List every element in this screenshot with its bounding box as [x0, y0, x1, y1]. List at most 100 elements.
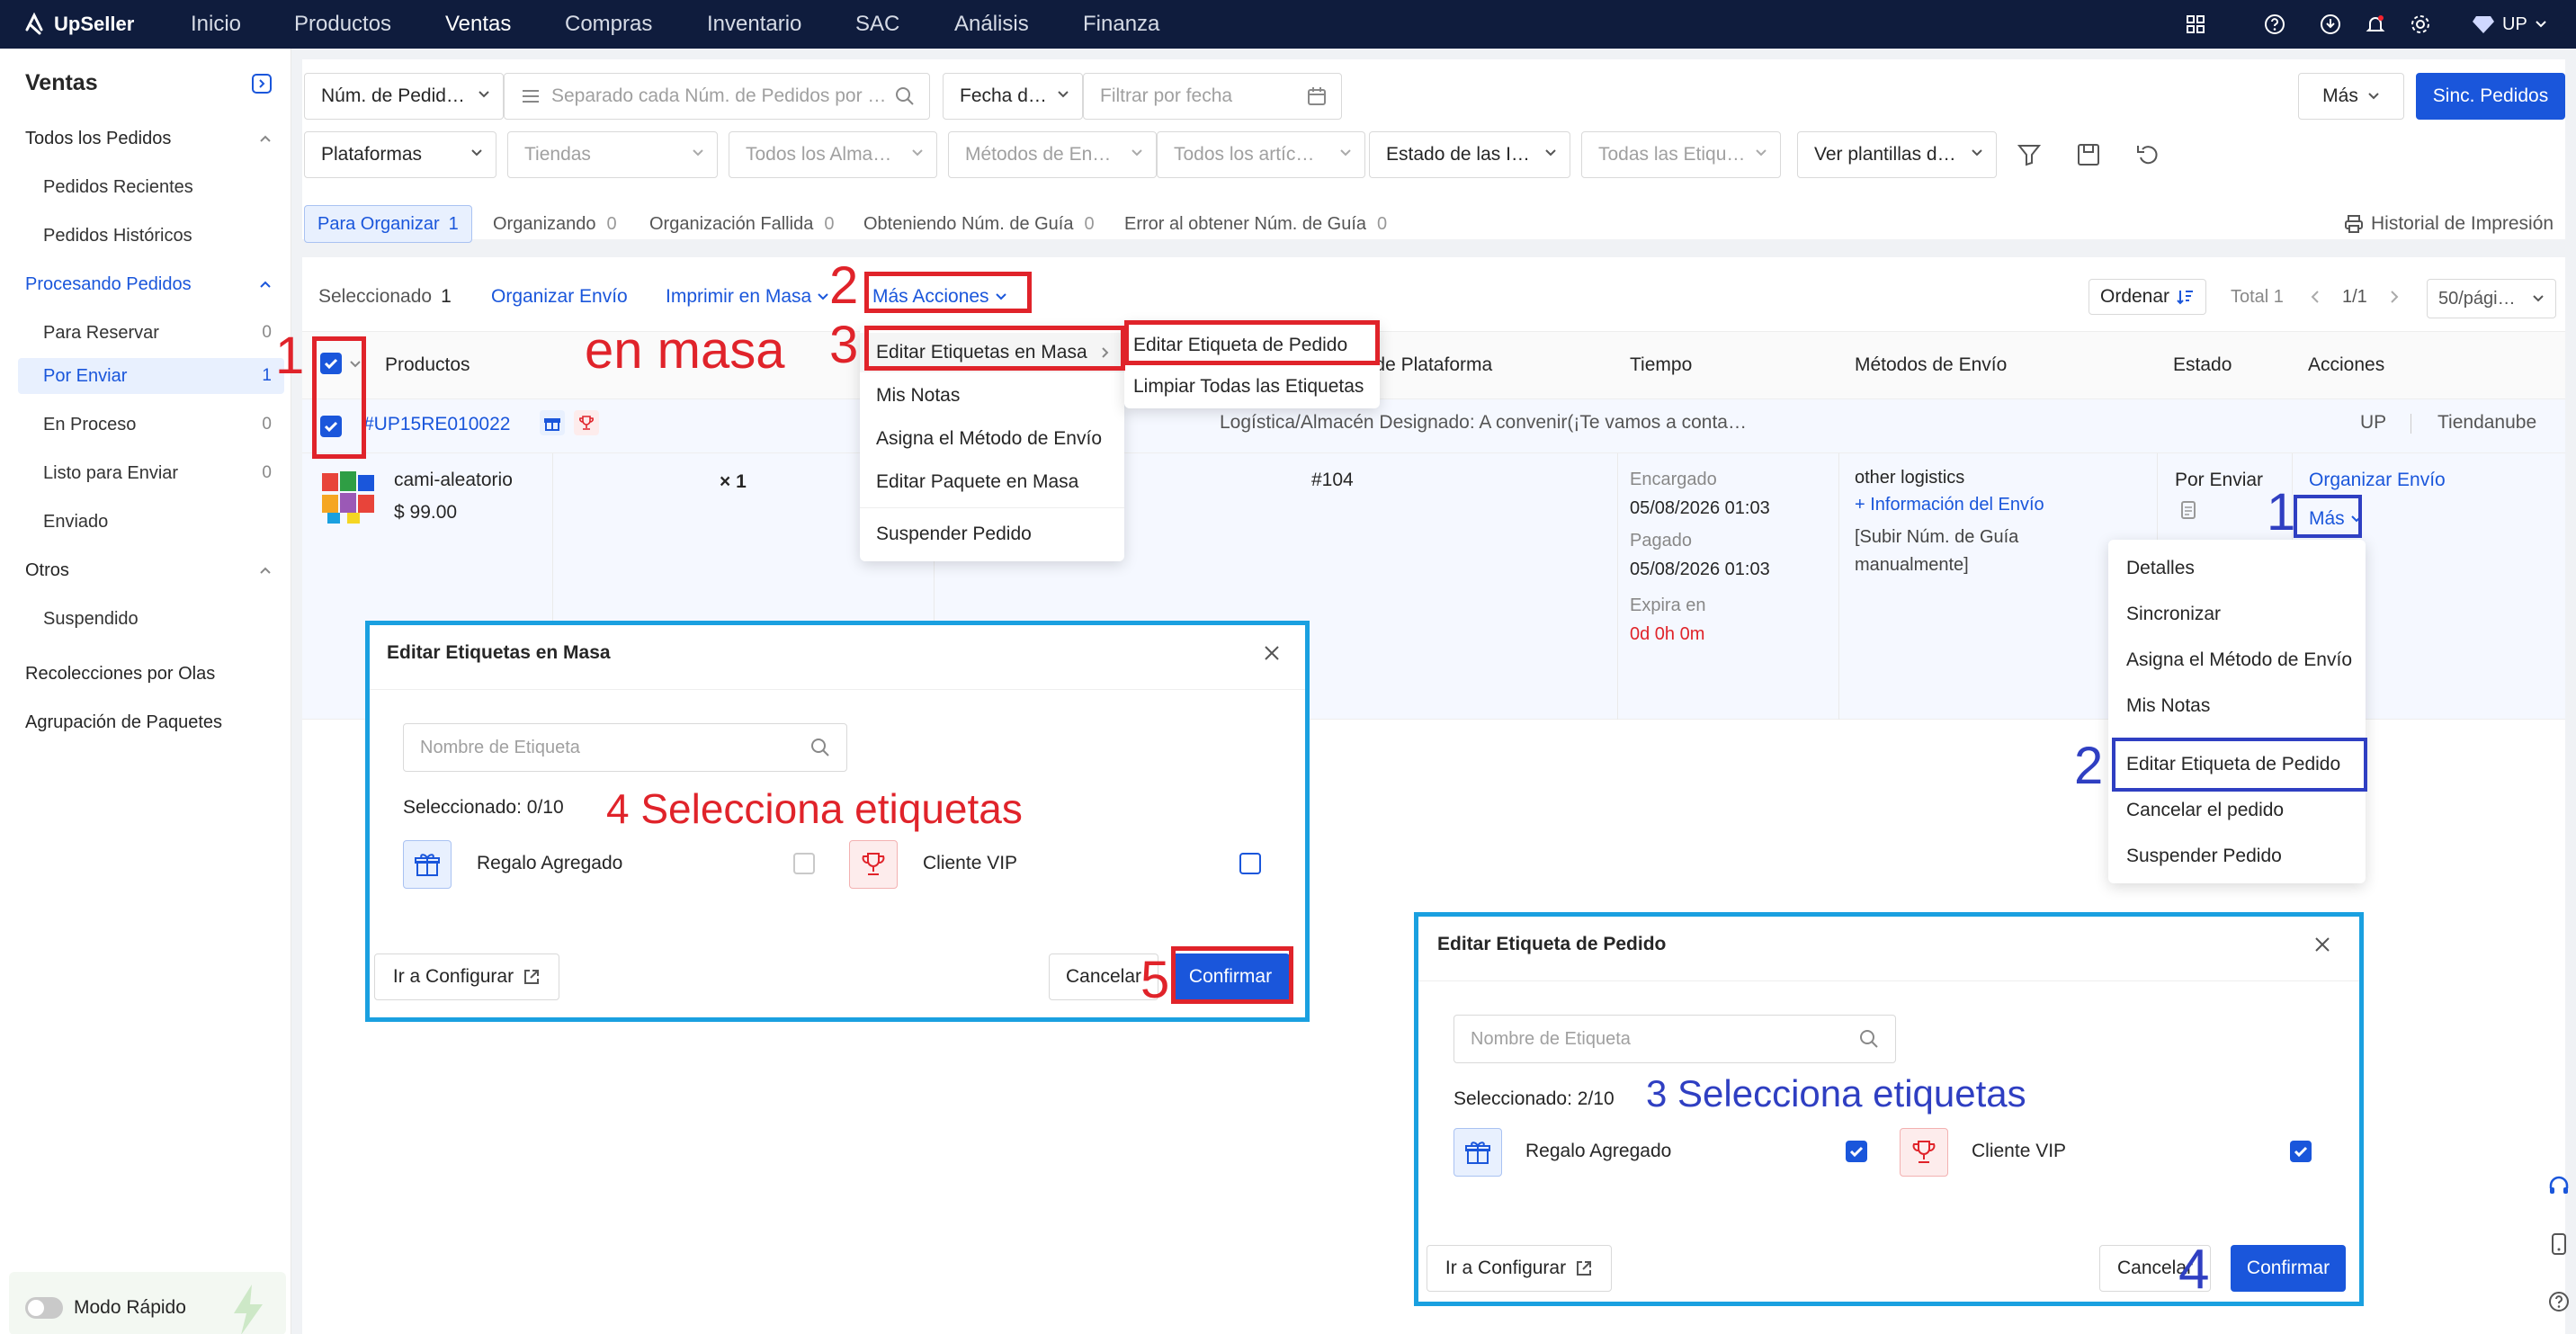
menu-item-edit-package[interactable]: Editar Paquete en Masa — [860, 462, 1124, 502]
nav-analisis[interactable]: Análisis — [954, 0, 1029, 49]
close-icon[interactable] — [2313, 936, 2331, 953]
more-actions-button[interactable]: Más Acciones — [872, 270, 1007, 324]
tag-checkbox-vip[interactable] — [2290, 1141, 2312, 1162]
nav-compras[interactable]: Compras — [565, 0, 652, 49]
bulk-print-button[interactable]: Imprimir en Masa — [666, 270, 829, 324]
menu-item-sync[interactable]: Sincronizar — [2108, 595, 2366, 634]
upseller-logo[interactable]: UpSeller — [22, 9, 134, 40]
shipping-info-link[interactable]: + Información del Envío — [1855, 495, 2044, 515]
go-configure-button[interactable]: Ir a Configurar — [374, 953, 559, 1000]
print-status-select[interactable]: Estado de las I… — [1369, 131, 1570, 178]
settings-gear-icon[interactable] — [2407, 11, 2434, 38]
sidebar-item-ready-to-ship[interactable]: Listo para Enviar 0 — [43, 458, 282, 488]
order-search-input[interactable]: Separado cada Núm. de Pedidos por … — [504, 73, 930, 120]
menu-item-assign-shipping[interactable]: Asigna el Método de Envío — [860, 419, 1124, 459]
menu-item-my-notes[interactable]: Mis Notas — [2108, 686, 2366, 726]
order-id-link[interactable]: #UP15RE010022 — [363, 414, 510, 435]
order-checkbox[interactable] — [320, 416, 342, 437]
tab-organization-failed[interactable]: Organización Fallida 0 — [649, 205, 834, 243]
shipping-method-select[interactable]: Métodos de En… — [948, 131, 1157, 178]
sidebar-item-in-process[interactable]: En Proceso 0 — [43, 409, 282, 440]
sidebar-item-to-reserve[interactable]: Para Reservar 0 — [43, 318, 282, 348]
submenu-edit-order-tag[interactable]: Editar Etiqueta de Pedido — [1124, 326, 1380, 365]
menu-item-assign-shipping[interactable]: Asigna el Método de Envío — [2108, 640, 2366, 680]
save-icon[interactable] — [2076, 142, 2101, 167]
order-number-select[interactable]: Núm. de Pedid… — [304, 73, 504, 120]
sidebar-item-recent-orders[interactable]: Pedidos Recientes — [43, 172, 193, 202]
note-icon[interactable] — [2180, 500, 2196, 520]
collapse-sidebar-icon[interactable] — [252, 74, 272, 94]
product-image[interactable] — [320, 470, 376, 525]
sidebar-group-others[interactable]: Otros — [25, 555, 282, 586]
submenu-clear-tags[interactable]: Limpiar Todas las Etiquetas — [1124, 367, 1380, 407]
nav-productos[interactable]: Productos — [294, 0, 391, 49]
nav-finanza[interactable]: Finanza — [1083, 0, 1159, 49]
filter-icon[interactable] — [2017, 142, 2042, 167]
tag-search-input[interactable]: Nombre de Etiqueta — [403, 723, 847, 772]
sidebar-item-to-ship[interactable]: Por Enviar 1 — [43, 361, 282, 391]
download-icon[interactable] — [2317, 11, 2344, 38]
organize-shipping-button[interactable]: Organizar Envío — [491, 270, 628, 324]
sidebar-item-suspended[interactable]: Suspendido — [43, 604, 139, 634]
shop-select[interactable]: Tiendas — [507, 131, 718, 178]
nav-inicio[interactable]: Inicio — [191, 0, 241, 49]
sidebar-item-package-grouping[interactable]: Agrupación de Paquetes — [25, 707, 222, 738]
sidebar-item-shipped[interactable]: Enviado — [43, 506, 108, 537]
sidebar-group-processing[interactable]: Procesando Pedidos — [25, 269, 282, 300]
tab-tracking-error[interactable]: Error al obtener Núm. de Guía 0 — [1124, 205, 1387, 243]
sidebar-group-all-orders[interactable]: Todos los Pedidos — [25, 123, 282, 154]
date-type-select[interactable]: Fecha d… — [943, 73, 1083, 120]
page-size-select[interactable]: 50/pági… — [2427, 279, 2556, 318]
confirm-button[interactable]: Confirmar — [1171, 953, 1290, 1000]
tag-checkbox-vip[interactable] — [1239, 853, 1261, 874]
select-all-checkbox[interactable] — [320, 353, 342, 374]
menu-item-suspend-order[interactable]: Suspender Pedido — [860, 515, 1124, 554]
go-configure-button[interactable]: Ir a Configurar — [1427, 1245, 1612, 1292]
quick-mode-toggle[interactable] — [25, 1297, 63, 1319]
more-button[interactable]: Más — [2298, 73, 2404, 120]
mobile-icon[interactable] — [2542, 1227, 2576, 1261]
menu-item-edit-order-tag[interactable]: Editar Etiqueta de Pedido — [2108, 745, 2366, 784]
chevron-right-icon[interactable] — [2389, 290, 2400, 304]
menu-item-suspend-order[interactable]: Suspender Pedido — [2108, 837, 2366, 876]
menu-item-cancel-order[interactable]: Cancelar el pedido — [2108, 791, 2366, 830]
menu-item-my-notes[interactable]: Mis Notas — [860, 376, 1124, 416]
menu-item-details[interactable]: Detalles — [2108, 549, 2366, 588]
sidebar-item-wave-pickup[interactable]: Recolecciones por Olas — [25, 658, 215, 689]
nav-inventario[interactable]: Inventario — [707, 0, 801, 49]
tags-select[interactable]: Todas las Etiqu… — [1581, 131, 1781, 178]
close-icon[interactable] — [1263, 644, 1281, 662]
nav-ventas[interactable]: Ventas — [445, 0, 511, 49]
sidebar-item-historic-orders[interactable]: Pedidos Históricos — [43, 220, 192, 251]
date-filter-input[interactable]: Filtrar por fecha — [1083, 73, 1342, 120]
print-history-link[interactable]: Historial de Impresión — [2344, 205, 2554, 243]
warehouse-select[interactable]: Todos los Alma… — [729, 131, 937, 178]
sync-orders-button[interactable]: Sinc. Pedidos — [2416, 73, 2565, 120]
tag-search-input[interactable]: Nombre de Etiqueta — [1453, 1015, 1896, 1063]
chevron-down-icon[interactable] — [349, 360, 362, 369]
confirm-button[interactable]: Confirmar — [2231, 1245, 2346, 1292]
sort-button[interactable]: Ordenar — [2089, 279, 2207, 315]
nav-sac[interactable]: SAC — [855, 0, 899, 49]
template-select[interactable]: Ver plantillas d… — [1797, 131, 1997, 178]
chevron-down-icon — [2350, 515, 2362, 523]
menu-item-bulk-edit-tags[interactable]: Editar Etiquetas en Masa — [860, 333, 1124, 372]
apps-grid-icon[interactable] — [2182, 11, 2209, 38]
user-menu[interactable]: UP — [2472, 11, 2547, 38]
tab-getting-tracking[interactable]: Obteniendo Núm. de Guía 0 — [863, 205, 1095, 243]
row-more-button[interactable]: Más — [2309, 504, 2363, 534]
chevron-left-icon[interactable] — [2310, 290, 2321, 304]
items-select[interactable]: Todos los artíc… — [1157, 131, 1365, 178]
help-circle-icon[interactable] — [2542, 1285, 2576, 1319]
upload-tracking-note[interactable]: [Subir Núm. de Guía manualmente] — [1855, 524, 2124, 579]
platform-select[interactable]: Plataformas — [304, 131, 496, 178]
tag-checkbox-gift[interactable] — [793, 853, 815, 874]
headset-icon[interactable] — [2542, 1169, 2576, 1204]
row-organize-shipping-link[interactable]: Organizar Envío — [2309, 470, 2446, 491]
tag-checkbox-gift[interactable] — [1846, 1141, 1867, 1162]
reset-icon[interactable] — [2135, 142, 2160, 167]
tab-organizing[interactable]: Organizando 0 — [493, 205, 617, 243]
notification-bell-icon[interactable] — [2362, 11, 2389, 38]
tab-to-organize[interactable]: Para Organizar 1 — [304, 205, 472, 243]
help-icon[interactable] — [2261, 11, 2288, 38]
